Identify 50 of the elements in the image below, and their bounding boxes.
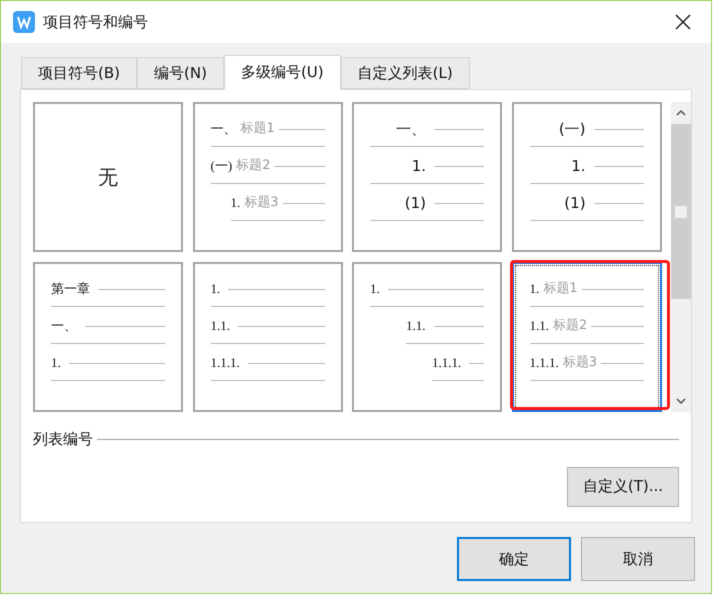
number-label: (一) xyxy=(558,118,586,140)
heading-label: 标题3 xyxy=(562,354,598,372)
number-label: 一、 xyxy=(210,120,238,138)
section-title: 列表编号 xyxy=(33,429,93,450)
scroll-up-icon[interactable] xyxy=(676,110,686,116)
scroll-grip-icon xyxy=(675,206,688,218)
number-label: (1) xyxy=(564,192,586,214)
number-label: (一) xyxy=(210,157,234,176)
tab[interactable]: 多级编号(U) xyxy=(224,55,341,90)
number-label: 1. xyxy=(412,156,426,177)
number-label: 1.1.1. xyxy=(432,354,462,372)
number-label: 1. xyxy=(571,156,586,177)
customize-button[interactable]: 自定义(T)... xyxy=(567,466,679,506)
heading-label: 标题2 xyxy=(236,157,270,176)
window-title: 项目符号和编号 xyxy=(43,12,149,33)
style-option[interactable]: 1. 1.1. 1.1.1. xyxy=(192,262,343,412)
number-label: 1. xyxy=(370,280,381,298)
heading-label: 标题1 xyxy=(240,120,275,138)
number-label: 1.1. xyxy=(530,317,550,336)
option-label: 无 xyxy=(98,164,118,191)
number-label: 1. xyxy=(210,280,222,298)
style-option[interactable]: 无 xyxy=(33,102,183,252)
tab[interactable]: 项目符号(B) xyxy=(21,57,137,89)
number-label: 1.1.1. xyxy=(530,354,560,372)
heading-label: 标题3 xyxy=(244,194,279,212)
close-icon[interactable] xyxy=(675,14,691,30)
dialog-button[interactable]: 确定 xyxy=(457,537,571,581)
style-option[interactable]: 1. 1.1. 1.1.1. xyxy=(352,262,502,412)
style-option[interactable]: (一) 1. (1) xyxy=(512,102,662,252)
dialog-button[interactable]: 取消 xyxy=(581,537,695,581)
number-label: 1.1.1. xyxy=(210,354,241,372)
number-label: 一、 xyxy=(51,317,78,336)
number-label: 1.1. xyxy=(406,317,427,336)
heading-label: 标题1 xyxy=(543,280,578,298)
style-option[interactable]: 一、 1. (1) xyxy=(352,102,502,252)
scroll-down-icon[interactable] xyxy=(676,398,686,404)
number-label: (1) xyxy=(404,192,426,214)
number-label: 1. xyxy=(530,280,540,298)
number-label: 1.1. xyxy=(210,317,232,336)
number-label: 1. xyxy=(230,194,242,212)
app-logo-icon xyxy=(13,11,35,33)
style-option[interactable]: 第一章 一、 1. xyxy=(33,262,183,412)
tab[interactable]: 编号(N) xyxy=(137,57,224,89)
number-label: 一、 xyxy=(396,118,426,140)
number-label: 1. xyxy=(51,354,62,372)
style-option[interactable]: 一、 标题1 (一) 标题2 1. 标题3 xyxy=(192,102,343,252)
scrollbar[interactable] xyxy=(671,102,691,412)
tab[interactable]: 自定义列表(L) xyxy=(340,57,470,89)
number-label: 第一章 xyxy=(51,280,91,298)
heading-label: 标题2 xyxy=(553,317,588,336)
